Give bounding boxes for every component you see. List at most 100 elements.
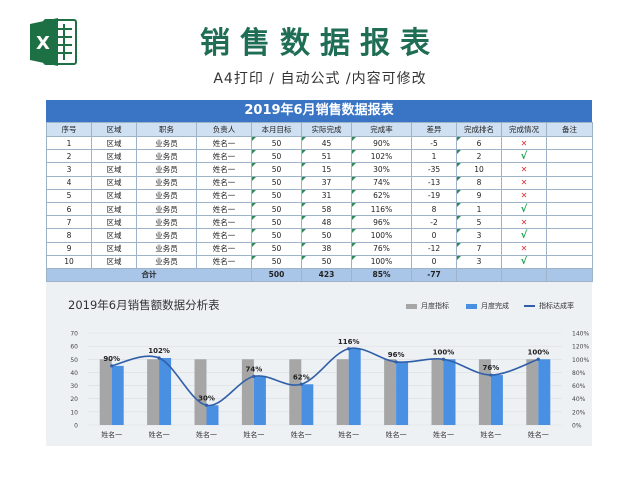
table-cell[interactable] <box>546 162 593 177</box>
total-actual[interactable]: 423 <box>301 267 352 283</box>
table-cell[interactable]: √ <box>501 201 547 217</box>
table-cell[interactable]: 业务员 <box>136 254 197 269</box>
total-target[interactable]: 500 <box>251 267 302 283</box>
table-cell[interactable] <box>501 267 547 283</box>
table-cell[interactable]: -5 <box>411 135 457 151</box>
table-cell[interactable]: 15 <box>301 162 352 177</box>
table-cell[interactable]: 姓名一 <box>196 188 252 203</box>
table-cell[interactable] <box>546 254 593 269</box>
table-cell[interactable]: 业务员 <box>136 241 197 256</box>
table-cell[interactable]: 0 <box>411 228 457 243</box>
table-cell[interactable]: 姓名一 <box>196 228 252 243</box>
table-cell[interactable]: ✕ <box>501 215 547 230</box>
table-cell[interactable]: 1 <box>46 135 92 151</box>
table-cell[interactable]: 50 <box>251 149 302 164</box>
table-cell[interactable]: -12 <box>411 241 457 256</box>
table-cell[interactable]: 6 <box>456 135 502 151</box>
table-cell[interactable]: 50 <box>251 215 302 230</box>
table-cell[interactable] <box>546 228 593 243</box>
table-cell[interactable]: 4 <box>46 175 92 190</box>
total-diff[interactable]: -77 <box>411 267 457 283</box>
table-cell[interactable]: 7 <box>46 215 92 230</box>
column-header[interactable]: 完成排名 <box>456 122 502 137</box>
table-cell[interactable]: 区域 <box>91 149 137 164</box>
table-cell[interactable]: ✕ <box>501 135 547 151</box>
table-cell[interactable]: 50 <box>251 201 302 217</box>
table-cell[interactable]: 74% <box>351 175 412 190</box>
table-cell[interactable]: 1 <box>456 201 502 217</box>
table-cell[interactable]: 3 <box>46 162 92 177</box>
table-cell[interactable]: 姓名一 <box>196 149 252 164</box>
table-cell[interactable]: 116% <box>351 201 412 217</box>
table-cell[interactable]: 姓名一 <box>196 215 252 230</box>
table-cell[interactable]: 50 <box>251 254 302 269</box>
table-cell[interactable]: 业务员 <box>136 201 197 217</box>
table-cell[interactable]: 7 <box>456 241 502 256</box>
table-cell[interactable]: ✕ <box>501 175 547 190</box>
column-header[interactable]: 完成情况 <box>501 122 547 137</box>
column-header[interactable]: 职务 <box>136 122 197 137</box>
column-header[interactable]: 本月目标 <box>251 122 302 137</box>
table-cell[interactable]: 50 <box>301 254 352 269</box>
table-cell[interactable]: 2 <box>456 149 502 164</box>
table-cell[interactable]: 90% <box>351 135 412 151</box>
table-cell[interactable]: 9 <box>456 188 502 203</box>
table-cell[interactable]: 37 <box>301 175 352 190</box>
table-cell[interactable]: 业务员 <box>136 135 197 151</box>
table-cell[interactable]: 76% <box>351 241 412 256</box>
table-cell[interactable]: 58 <box>301 201 352 217</box>
table-cell[interactable]: 50 <box>251 175 302 190</box>
table-cell[interactable]: 业务员 <box>136 228 197 243</box>
table-cell[interactable] <box>546 149 593 164</box>
table-cell[interactable]: 姓名一 <box>196 135 252 151</box>
table-cell[interactable]: ✕ <box>501 241 547 256</box>
table-cell[interactable]: 62% <box>351 188 412 203</box>
table-cell[interactable]: 10 <box>46 254 92 269</box>
table-cell[interactable]: 8 <box>456 175 502 190</box>
table-cell[interactable] <box>456 267 502 283</box>
table-cell[interactable]: 区域 <box>91 215 137 230</box>
table-cell[interactable]: 姓名一 <box>196 175 252 190</box>
table-cell[interactable]: 50 <box>251 228 302 243</box>
column-header[interactable]: 序号 <box>46 122 92 137</box>
table-cell[interactable]: 50 <box>251 162 302 177</box>
table-cell[interactable]: 100% <box>351 228 412 243</box>
total-label[interactable]: 合计 <box>46 267 252 283</box>
table-cell[interactable]: 10 <box>456 162 502 177</box>
table-cell[interactable] <box>546 175 593 190</box>
table-cell[interactable]: 3 <box>456 254 502 269</box>
table-cell[interactable]: 48 <box>301 215 352 230</box>
table-cell[interactable] <box>546 135 593 151</box>
total-rate[interactable]: 85% <box>351 267 412 283</box>
column-header[interactable]: 区域 <box>91 122 137 137</box>
table-cell[interactable]: 区域 <box>91 254 137 269</box>
table-cell[interactable] <box>546 188 593 203</box>
table-cell[interactable]: 业务员 <box>136 188 197 203</box>
table-cell[interactable]: 6 <box>46 201 92 217</box>
table-cell[interactable]: 50 <box>251 241 302 256</box>
table-cell[interactable]: √ <box>501 228 547 243</box>
table-cell[interactable] <box>546 267 593 283</box>
column-header[interactable]: 实际完成 <box>301 122 352 137</box>
column-header[interactable]: 差异 <box>411 122 457 137</box>
table-cell[interactable]: 96% <box>351 215 412 230</box>
table-cell[interactable]: 区域 <box>91 162 137 177</box>
table-cell[interactable]: 姓名一 <box>196 241 252 256</box>
table-cell[interactable] <box>546 215 593 230</box>
table-cell[interactable]: 50 <box>301 228 352 243</box>
table-cell[interactable]: 51 <box>301 149 352 164</box>
table-cell[interactable]: 50 <box>251 188 302 203</box>
table-cell[interactable]: 区域 <box>91 188 137 203</box>
table-cell[interactable]: 2 <box>46 149 92 164</box>
table-cell[interactable]: 0 <box>411 254 457 269</box>
table-cell[interactable]: 姓名一 <box>196 254 252 269</box>
table-cell[interactable]: 5 <box>46 188 92 203</box>
column-header[interactable]: 完成率 <box>351 122 412 137</box>
table-cell[interactable]: 区域 <box>91 201 137 217</box>
table-cell[interactable]: 业务员 <box>136 162 197 177</box>
table-cell[interactable]: 8 <box>411 201 457 217</box>
table-cell[interactable]: 100% <box>351 254 412 269</box>
table-cell[interactable]: 业务员 <box>136 175 197 190</box>
table-cell[interactable]: 45 <box>301 135 352 151</box>
table-cell[interactable] <box>546 201 593 217</box>
